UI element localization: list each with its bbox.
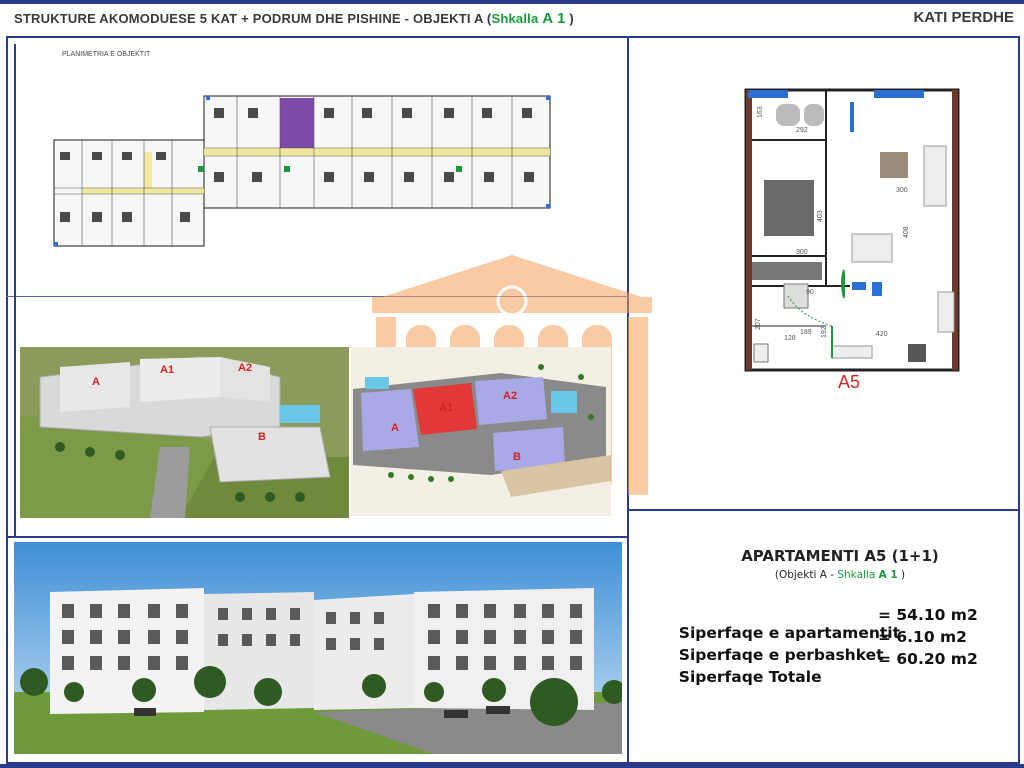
building-floor-plan (53, 95, 551, 247)
apartment-sub-open: (Objekti A - (774, 569, 838, 581)
apartment-subtitle: (Objekti A - Shkalla A 1 ) (629, 569, 1024, 581)
page-title: STRUKTURE AKOMODUESE 5 KAT + PODRUM DHE … (14, 10, 574, 27)
dim-420: 420 (876, 331, 888, 338)
dim-292: 292 (796, 127, 808, 134)
title-close: ) (569, 11, 574, 26)
dim-300-bottom: 300 (796, 249, 808, 256)
siteplan-label-a1: A1 (439, 402, 453, 414)
aerial-render: A A1 A2 B (20, 347, 349, 518)
bottom-rule (0, 764, 1024, 768)
dim-408: 408 (903, 226, 910, 238)
dim-403: 403 (817, 210, 824, 222)
area-value-apartment: = 54.10 m2 (878, 606, 978, 624)
area-row-total: Siperfaqe Totale = 60.20 m2 (668, 650, 978, 704)
street-render (14, 542, 622, 754)
area-value-common: = 6.10 m2 (878, 628, 967, 646)
siteplan-label-b: B (513, 451, 521, 463)
apartment-sub-close: ) (897, 569, 906, 581)
title-main: STRUKTURE AKOMODUESE 5 KAT + PODRUM DHE … (14, 11, 492, 26)
siteplan-label-a: A (391, 422, 399, 434)
floor-label: KATI PERDHE (913, 9, 1014, 26)
site-plan: A A1 A2 B (351, 347, 611, 516)
divider-middle (6, 536, 629, 538)
title-stair: Shkalla (491, 11, 539, 26)
area-value-total: = 60.20 m2 (878, 650, 978, 668)
aerial-label-a: A (92, 376, 100, 388)
dim-192: 192 (821, 326, 828, 338)
dim-207: 207 (755, 318, 762, 330)
apartment-title: APARTAMENTI A5 (1+1) (741, 547, 939, 565)
dim-163: 163 (757, 106, 764, 118)
dim-300-top: 300 (896, 187, 908, 194)
divider-left-inner (14, 44, 16, 536)
dim-90: 90 (806, 289, 814, 296)
title-stair-id: A 1 (542, 10, 566, 27)
unit-name-label: A5 (838, 372, 860, 392)
aerial-label-b: B (258, 431, 266, 443)
apartment-sub-stair-id: A 1 (878, 569, 898, 581)
divider-right-mid (627, 509, 1020, 511)
area-label-total: Siperfaqe Totale (678, 668, 822, 686)
aerial-label-a2: A2 (238, 362, 252, 374)
siteplan-label-a2: A2 (503, 390, 517, 402)
dim-128: 128 (784, 335, 796, 342)
unit-floor-plan: 292 163 300 403 408 300 420 207 192 189 … (744, 88, 960, 392)
apartment-sub-stair: Shkalla (837, 569, 876, 581)
aerial-label-a1: A1 (160, 364, 174, 376)
dim-189: 189 (800, 329, 812, 336)
header: STRUKTURE AKOMODUESE 5 KAT + PODRUM DHE … (0, 4, 1024, 34)
plan-label: PLANIMETRIA E OBJEKTIT (62, 51, 151, 58)
